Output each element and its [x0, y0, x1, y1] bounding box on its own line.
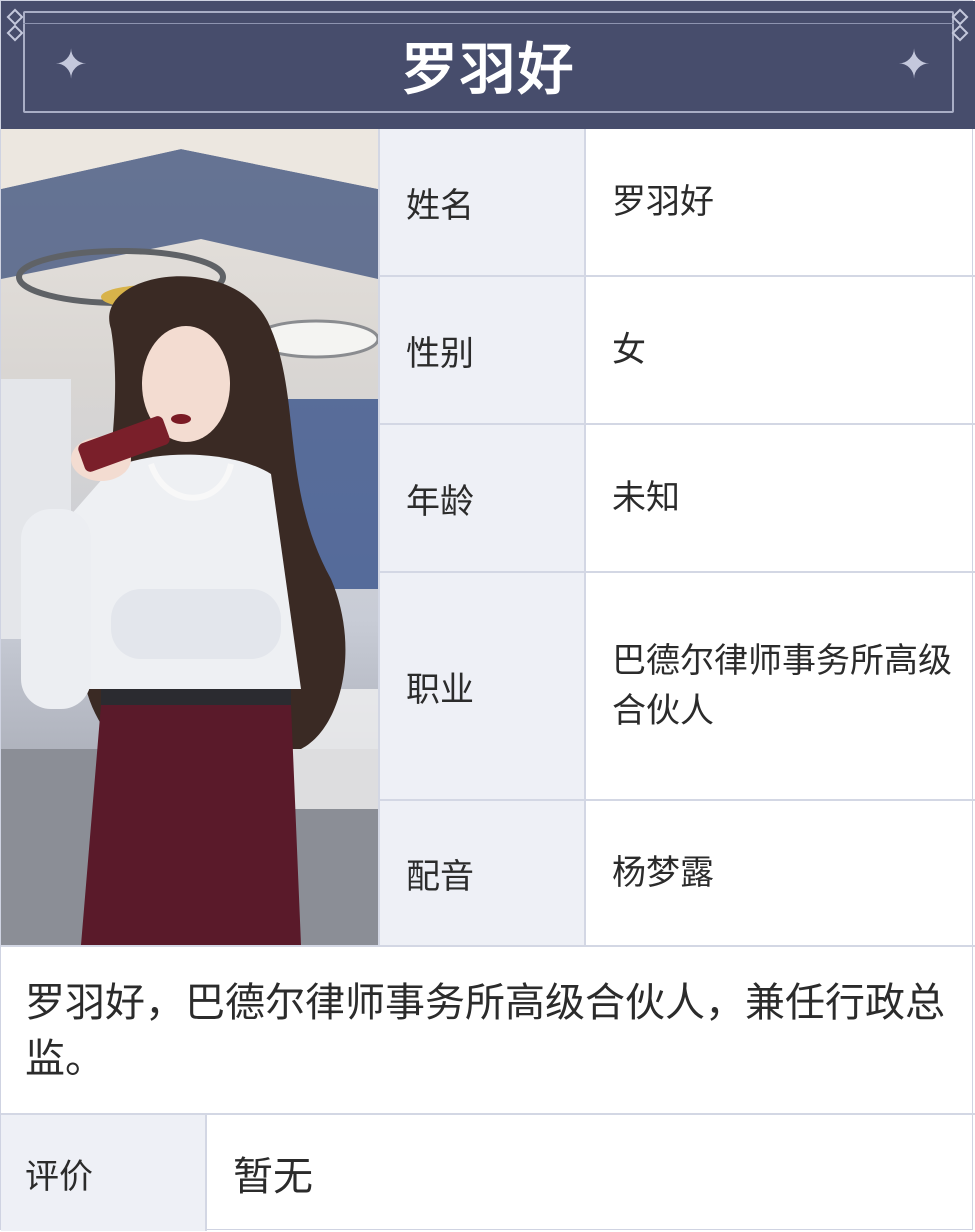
info-row-age: 年龄 未知 [378, 425, 975, 573]
info-row-voice: 配音 杨梦露 [378, 801, 975, 945]
info-label: 配音 [378, 801, 586, 945]
card-header: ✦ ✦ 罗羽好 [1, 1, 975, 129]
info-row-occupation: 职业 巴德尔律师事务所高级合伙人 [378, 573, 975, 801]
info-row-gender: 性别 女 [378, 277, 975, 425]
info-row-name: 姓名 罗羽好 [378, 129, 975, 277]
portrait-illustration [1, 129, 378, 945]
info-value: 罗羽好 [612, 182, 714, 222]
info-table: 姓名 罗羽好 性别 女 年龄 未知 职业 巴德尔律师事务所高级合伙人 配音 杨梦… [378, 129, 975, 945]
character-portrait-image [1, 129, 378, 945]
info-label: 年龄 [378, 425, 586, 571]
character-description: 罗羽好，巴德尔律师事务所高级合伙人，兼任行政总监。 [1, 945, 975, 1115]
info-label: 性别 [378, 277, 586, 423]
character-card: ✦ ✦ 罗羽好 姓名 罗羽好 性别 女 年龄 未知 职业 巴德尔律师事务所高级合… [0, 0, 975, 1231]
info-value: 未知 [612, 478, 680, 518]
info-label: 职业 [378, 573, 586, 799]
info-value: 女 [612, 330, 646, 370]
rating-row: 评价 暂无 [1, 1115, 975, 1231]
info-value: 巴德尔律师事务所高级合伙人 [612, 641, 952, 731]
page-title: 罗羽好 [401, 38, 576, 103]
rating-value: 暂无 [233, 1154, 313, 1200]
info-value: 杨梦露 [612, 853, 714, 893]
info-label: 姓名 [378, 129, 586, 275]
rating-label: 评价 [1, 1115, 207, 1231]
